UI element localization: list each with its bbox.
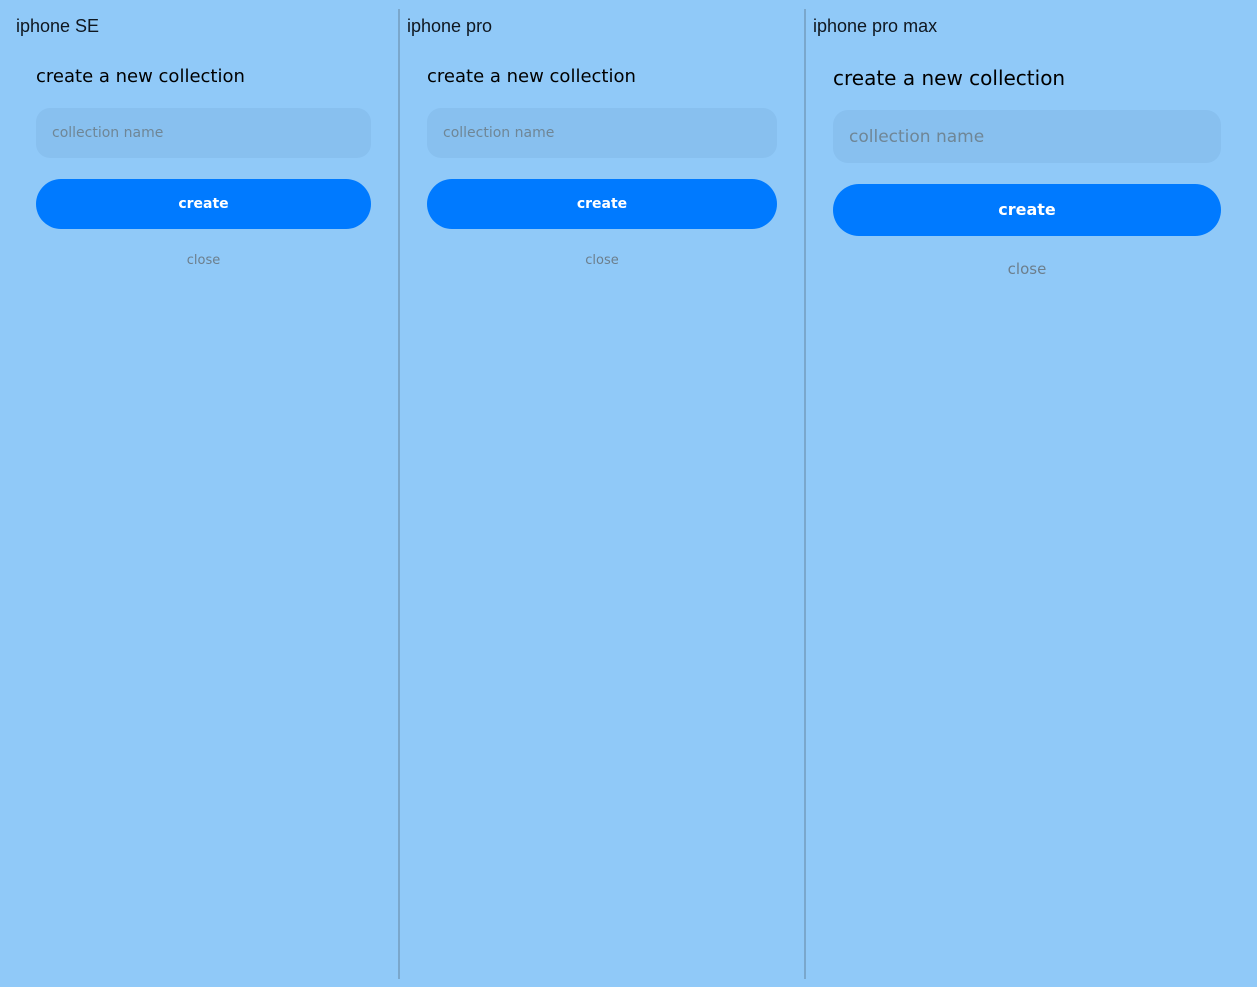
device-label: iphone SE	[16, 16, 100, 36]
collection-name-input[interactable]	[36, 108, 371, 158]
sheet-title: create a new collection	[36, 66, 245, 87]
close-button[interactable]: close	[427, 253, 777, 268]
collection-name-input[interactable]	[833, 110, 1221, 163]
create-button[interactable]: create	[36, 179, 371, 229]
create-button[interactable]: create	[833, 184, 1221, 236]
close-button[interactable]: close	[36, 253, 371, 268]
collection-name-input[interactable]	[427, 108, 777, 158]
panel-iphone-pro-max: iphone pro max create a new collection c…	[806, 0, 1257, 987]
device-label: iphone pro max	[813, 16, 938, 36]
sheet-title: create a new collection	[427, 66, 636, 87]
sheet-title: create a new collection	[833, 66, 1066, 90]
panel-iphone-se: iphone SE create a new collection create…	[0, 0, 398, 987]
device-label: iphone pro	[407, 16, 493, 36]
create-button[interactable]: create	[427, 179, 777, 229]
close-button[interactable]: close	[833, 260, 1221, 278]
panel-iphone-pro: iphone pro create a new collection creat…	[400, 0, 804, 987]
